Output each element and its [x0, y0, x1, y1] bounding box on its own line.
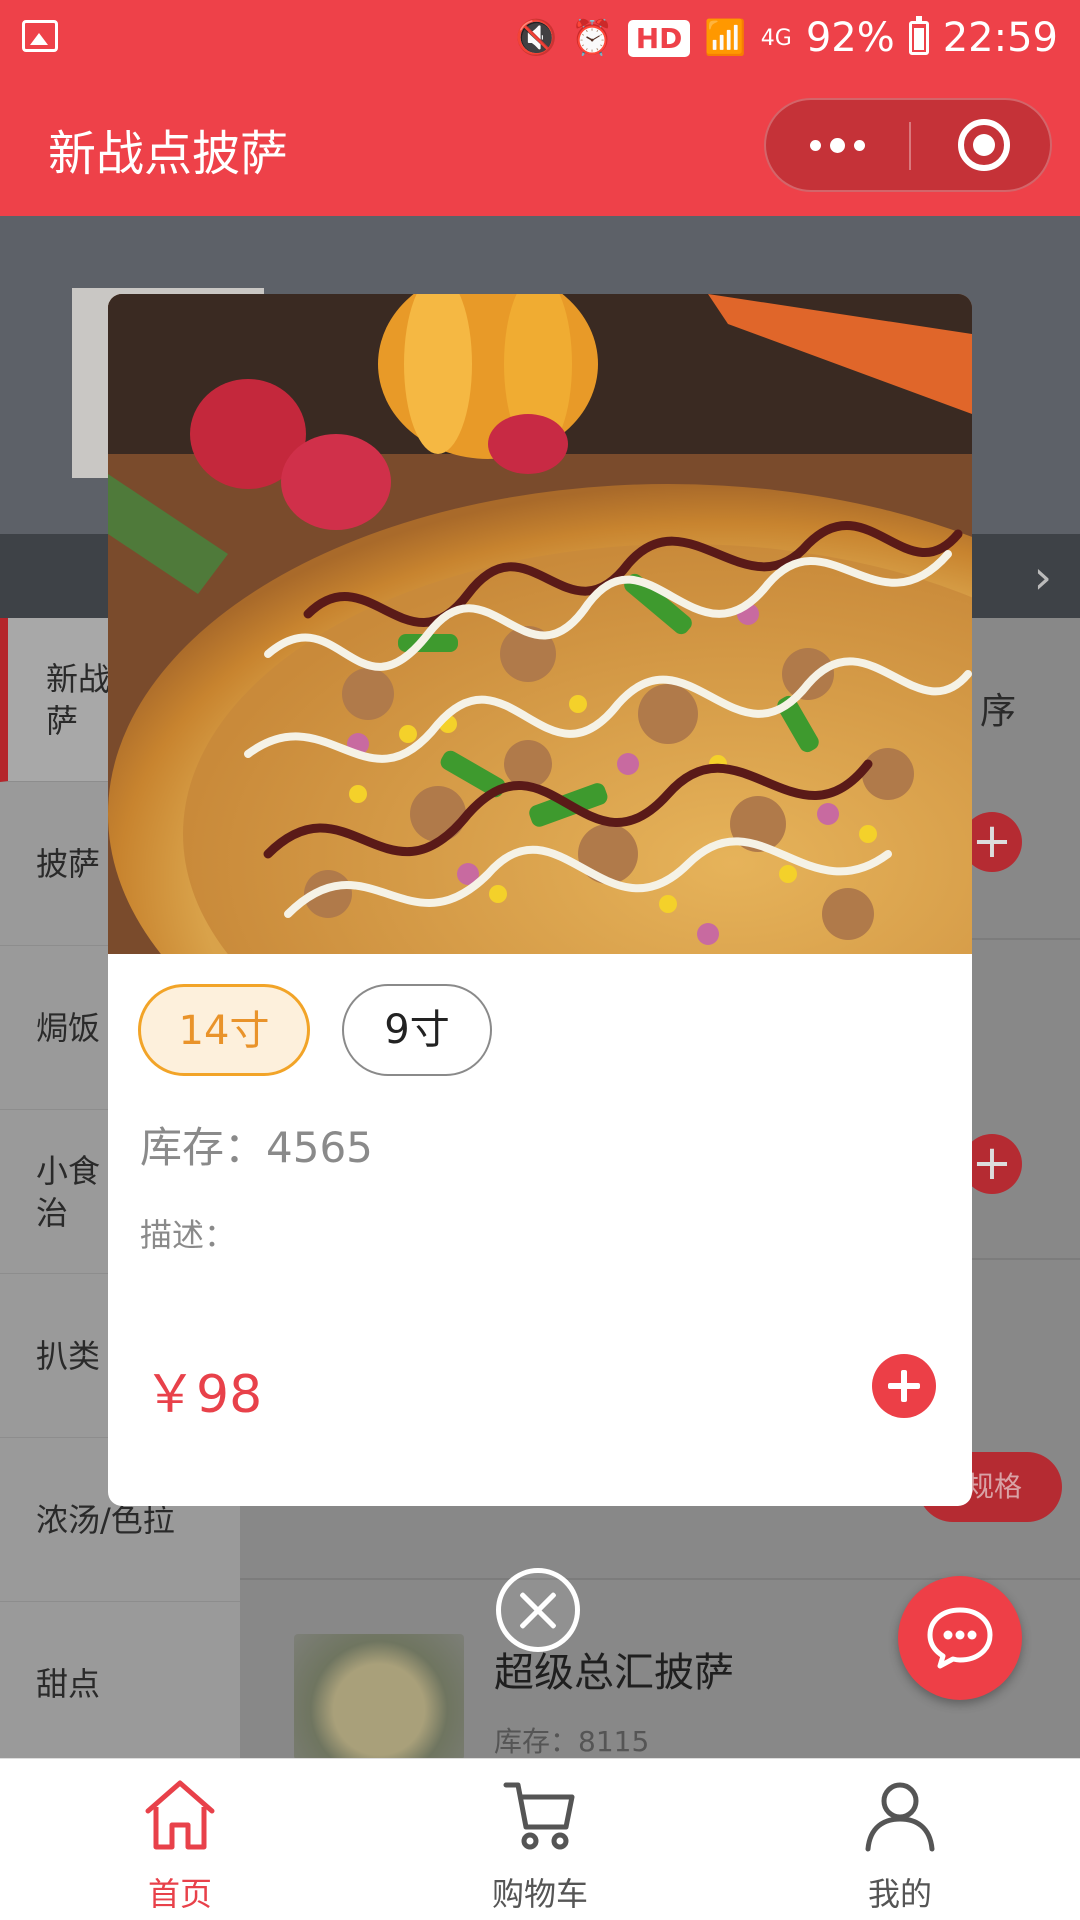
pizza-photo: [108, 294, 972, 954]
cart-icon: [503, 1782, 575, 1850]
sidebar-item-label: 新战 萨: [46, 659, 111, 740]
more-dot-icon: [810, 139, 821, 151]
tab-label: 我的: [867, 1875, 932, 1913]
tab-home[interactable]: 首页: [80, 1759, 280, 1920]
more-dot-icon: [830, 137, 845, 153]
status-bar: 🔇 ⏰ HD 📶 4G 92% 22:59: [0, 0, 1080, 76]
product-thumbnail[interactable]: [294, 1634, 464, 1760]
title-bar: 新战点披萨: [0, 76, 1080, 216]
price-text: ￥98: [144, 1365, 263, 1425]
product-detail-modal: 14寸 9寸 库存：4565 描述： ￥98: [108, 294, 972, 1506]
sidebar-item[interactable]: 甜点: [0, 1602, 240, 1766]
size-option-14[interactable]: 14寸: [138, 984, 310, 1076]
bottom-tab-bar: 首页 购物车 我的: [0, 1758, 1080, 1920]
hd-badge: HD: [627, 19, 691, 57]
chevron-right-icon: ›: [1033, 550, 1052, 604]
sidebar-item-label: 扒类: [36, 1336, 101, 1375]
tab-profile[interactable]: 我的: [800, 1759, 1000, 1920]
tab-label: 首页: [147, 1875, 212, 1913]
wifi-icon: 📶: [704, 18, 747, 58]
description-label: 描述：: [140, 1216, 237, 1254]
gallery-notification-icon: [22, 20, 58, 52]
tab-cart[interactable]: 购物车: [440, 1759, 640, 1920]
add-to-cart-button[interactable]: [872, 1354, 936, 1418]
home-icon: [145, 1780, 215, 1850]
battery-icon: [908, 16, 929, 55]
stock-text: 库存：4565: [140, 1123, 373, 1172]
sidebar-item-label: 小食 治: [36, 1151, 101, 1232]
product-image: [108, 294, 972, 954]
status-indicators: 🔇 ⏰ HD 📶 4G 92% 22:59: [515, 12, 1058, 64]
customer-service-button[interactable]: [898, 1576, 1022, 1700]
size-option-9[interactable]: 9寸: [342, 984, 492, 1076]
sidebar-item-label: 焗饭: [36, 1008, 101, 1047]
capsule-divider: [909, 122, 911, 170]
miniprogram-capsule: [764, 98, 1052, 192]
exit-miniprogram-button[interactable]: [958, 119, 1010, 171]
more-menu-button[interactable]: [766, 100, 909, 190]
sidebar-item-label: 甜点: [36, 1664, 101, 1703]
product-stock: 库存：8115: [494, 1725, 650, 1758]
user-icon: [865, 1782, 935, 1852]
chat-bubble-icon: [927, 1607, 993, 1669]
more-dot-icon: [854, 139, 865, 151]
close-modal-button[interactable]: [496, 1568, 580, 1652]
background-partial-text: 序: [980, 691, 1017, 732]
page-title: 新战点披萨: [48, 126, 289, 182]
sidebar-item-label: 披萨: [36, 844, 101, 883]
mute-icon: 🔇: [515, 18, 558, 58]
network-type-label: 4G: [760, 25, 792, 51]
battery-percent: 92%: [805, 15, 895, 61]
alarm-icon: ⏰: [571, 18, 614, 58]
clock: 22:59: [942, 15, 1058, 61]
tab-label: 购物车: [491, 1875, 588, 1913]
